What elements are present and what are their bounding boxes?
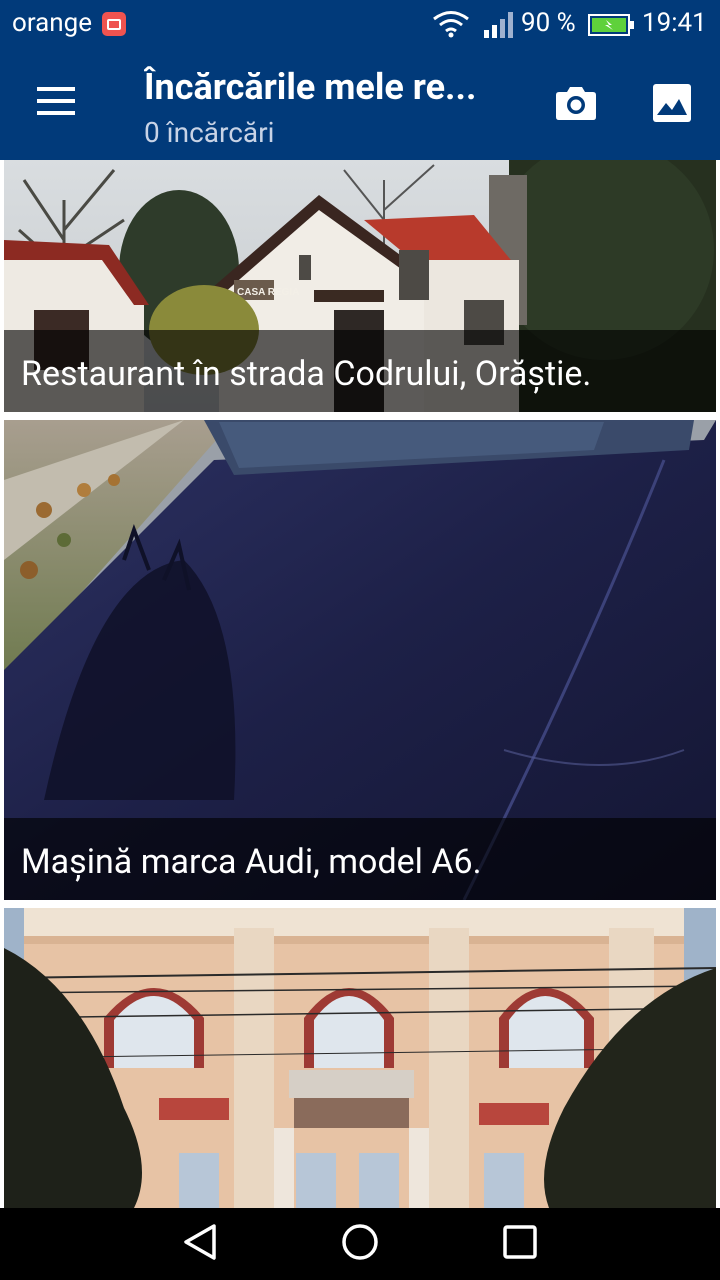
wifi-icon: [432, 10, 470, 45]
back-button[interactable]: [178, 1222, 222, 1266]
home-button[interactable]: [338, 1222, 382, 1266]
restaurant-sign-text: CASA REGIA: [237, 287, 299, 298]
navigation-bar: [0, 1208, 720, 1280]
upload-card[interactable]: CASA REGIA Restaurant în strada Codrului…: [4, 160, 716, 412]
caption-overlay: Restaurant în strada Codrului, Orăștie.: [4, 330, 716, 412]
uploads-feed[interactable]: CASA REGIA Restaurant în strada Codrului…: [0, 160, 720, 1208]
back-icon: [182, 1223, 218, 1265]
carrier-name: orange: [12, 8, 93, 38]
page-title: Încărcările mele re...: [144, 66, 477, 108]
battery-charging-icon: [588, 13, 634, 44]
upload-caption: Restaurant în strada Codrului, Orăștie.: [21, 354, 592, 394]
camera-icon: [555, 85, 597, 125]
menu-button[interactable]: [20, 75, 92, 130]
recents-icon: [503, 1225, 537, 1263]
upload-count: 0 încărcări: [144, 116, 275, 149]
menu-icon: [37, 86, 75, 119]
clock: 19:41: [642, 8, 707, 38]
app-bar: Încărcările mele re... 0 încărcări: [0, 50, 720, 160]
caption-overlay: Mașină marca Audi, model A6.: [4, 818, 716, 900]
home-icon: [341, 1223, 379, 1265]
notification-icon: [102, 12, 126, 36]
upload-card[interactable]: [4, 908, 716, 1208]
status-bar: orange 90 % 19:41: [0, 0, 720, 50]
upload-caption: Mașină marca Audi, model A6.: [21, 842, 482, 882]
gallery-button[interactable]: [642, 77, 702, 133]
building-facade-photo: [4, 908, 716, 1208]
camera-button[interactable]: [544, 77, 608, 133]
upload-card[interactable]: Mașină marca Audi, model A6.: [4, 420, 716, 900]
battery-percent: 90 %: [521, 8, 576, 38]
gallery-icon: [653, 84, 691, 126]
signal-icon: [484, 12, 516, 45]
recents-button[interactable]: [498, 1222, 542, 1266]
